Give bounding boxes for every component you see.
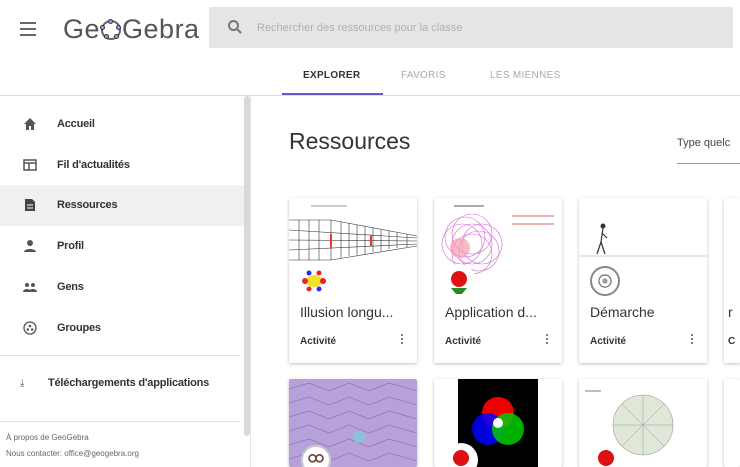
- resource-card[interactable]: [724, 379, 740, 467]
- sidebar-item-label: Accueil: [57, 118, 95, 130]
- card-title[interactable]: Application d...: [445, 304, 555, 320]
- sidebar-item-groupes[interactable]: Groupes: [0, 308, 244, 349]
- search-icon: [228, 20, 242, 34]
- card-type: Activité: [590, 336, 627, 347]
- author-avatar: [590, 266, 620, 296]
- app-header: Ge Gebra: [0, 0, 740, 62]
- sidebar-item-profil[interactable]: Profil: [0, 226, 244, 267]
- resource-card[interactable]: Application d... Activité: [434, 198, 562, 363]
- card-type: C: [728, 336, 736, 347]
- resource-card[interactable]: [434, 379, 562, 467]
- sidebar-item-label: Ressources: [57, 199, 118, 211]
- active-tab-indicator: [282, 93, 383, 95]
- sidebar-item-label: Téléchargements d'applications: [48, 377, 210, 389]
- download-icon: ⤓: [20, 378, 25, 389]
- more-options-icon[interactable]: [397, 332, 407, 348]
- sidebar-item-label: Profil: [57, 240, 84, 252]
- tab-explorer[interactable]: EXPLORER: [303, 70, 360, 81]
- card-title[interactable]: Illusion longu...: [300, 304, 410, 320]
- search-bar[interactable]: [209, 7, 733, 48]
- sidebar-item-label: Groupes: [57, 322, 101, 334]
- resource-card[interactable]: r C: [724, 198, 740, 363]
- sidebar-border: [250, 96, 251, 467]
- sidebar-divider: [0, 421, 240, 422]
- contact-link[interactable]: Nous contacter: office@geogebra.org: [6, 449, 139, 458]
- sidebar-item-downloads[interactable]: ⤓ Téléchargements d'applications: [0, 366, 244, 402]
- tab-les-miennes[interactable]: LES MIENNES: [490, 70, 561, 81]
- sidebar-item-fil-actualites[interactable]: Fil d'actualités: [0, 145, 244, 186]
- sidebar-divider: [0, 355, 240, 356]
- author-avatar: [442, 264, 476, 298]
- menu-icon[interactable]: [20, 22, 36, 36]
- card-type: Activité: [445, 336, 482, 347]
- groups-icon: [23, 321, 37, 335]
- document-icon: [25, 199, 35, 211]
- card-title[interactable]: r: [728, 304, 733, 320]
- resource-card[interactable]: [579, 379, 707, 467]
- about-link[interactable]: À propos de GeoGebra: [6, 433, 89, 442]
- type-filter-dropdown[interactable]: Type quelc: [677, 137, 740, 164]
- more-options-icon[interactable]: [687, 332, 697, 348]
- resource-card[interactable]: Illusion longu... Activité: [289, 198, 417, 363]
- home-icon: [24, 118, 36, 130]
- card-type: Activité: [300, 336, 337, 347]
- resource-card[interactable]: Démarche Activité: [579, 198, 707, 363]
- person-icon: [24, 240, 36, 252]
- sidebar-item-gens[interactable]: Gens: [0, 267, 244, 308]
- tab-favoris[interactable]: FAVORIS: [401, 70, 446, 81]
- page-title: Ressources: [289, 128, 411, 154]
- sidebar-item-accueil[interactable]: Accueil: [0, 104, 244, 145]
- sidebar-item-label: Gens: [57, 281, 84, 293]
- card-title[interactable]: Démarche: [590, 304, 700, 320]
- people-icon: [23, 283, 37, 292]
- author-avatar: [297, 264, 331, 298]
- more-options-icon[interactable]: [542, 332, 552, 348]
- geogebra-logo[interactable]: Ge Gebra: [63, 14, 200, 45]
- sidebar-item-ressources[interactable]: Ressources: [0, 185, 244, 226]
- news-feed-icon: [23, 159, 37, 171]
- resource-card[interactable]: [289, 379, 417, 467]
- sidebar: Accueil Fil d'actualités Ressources Prof…: [0, 96, 250, 467]
- author-avatar: [301, 445, 331, 467]
- search-input[interactable]: [257, 7, 717, 48]
- sidebar-item-label: Fil d'actualités: [57, 159, 130, 171]
- tab-bar: EXPLORER FAVORIS LES MIENNES: [0, 62, 740, 96]
